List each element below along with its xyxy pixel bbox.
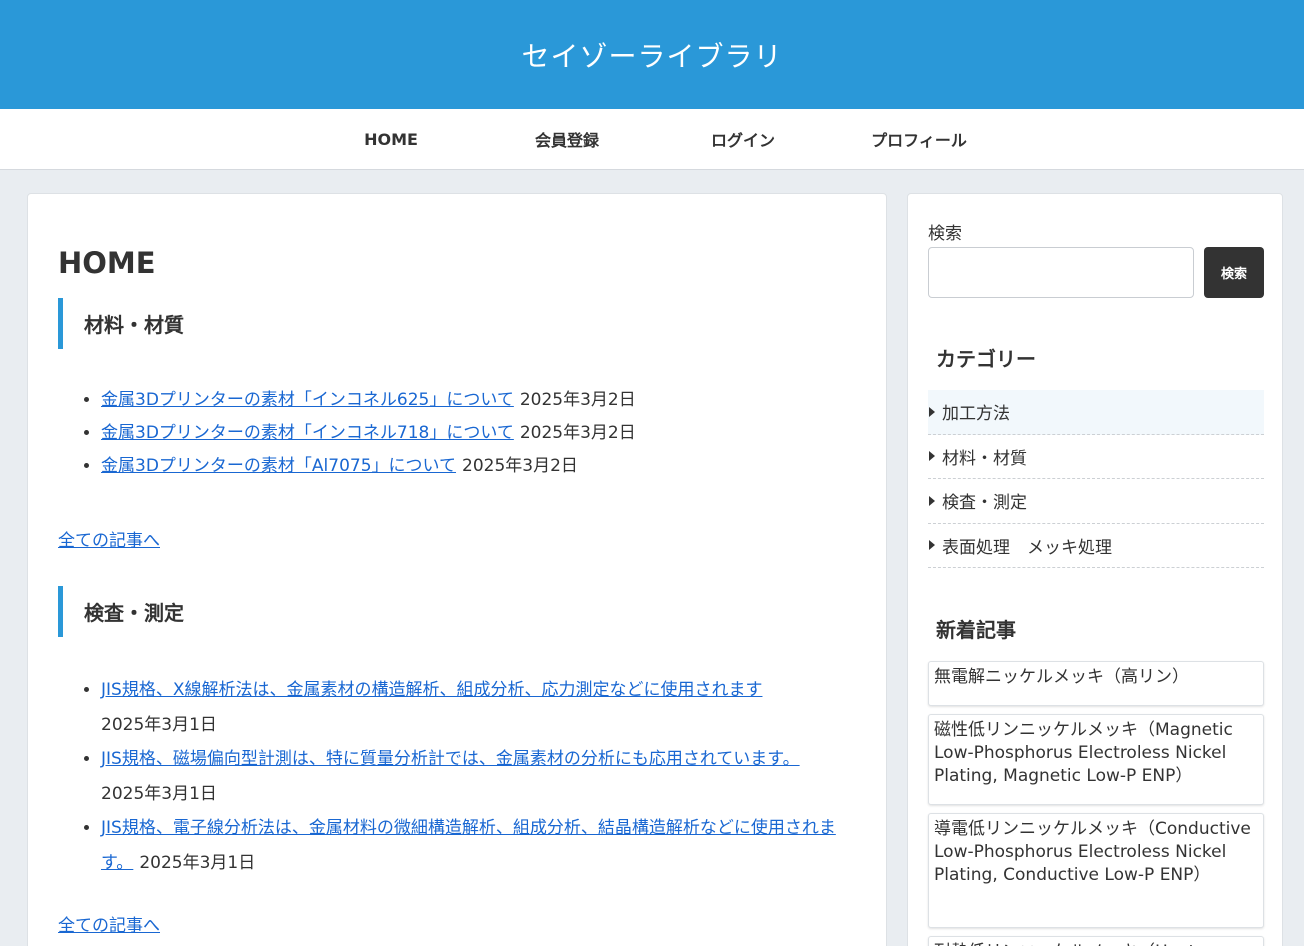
post-link[interactable]: 金属3Dプリンターの素材「Al7075」について [101,456,456,476]
caret-right-icon [929,540,935,551]
category-label: 加工方法 [942,404,1010,425]
list-item: JIS規格、X線解析法は、金属素材の構造解析、組成分析、応力測定などに使用されま… [101,673,861,742]
recent-posts-title: 新着記事 [936,618,1016,642]
post-link[interactable]: JIS規格、X線解析法は、金属素材の構造解析、組成分析、応力測定などに使用されま… [101,680,762,700]
category-label: 材料・材質 [942,448,1027,469]
caret-right-icon [929,451,935,462]
category-label: 表面処理 メッキ処理 [942,537,1112,558]
nav-item-profile[interactable]: プロフィール [831,109,1007,169]
section-heading-materials: 材料・材質 [58,298,858,349]
category-item-processing[interactable]: 加工方法 [928,390,1264,435]
post-link[interactable]: 金属3Dプリンターの素材「インコネル625」について [101,390,514,410]
category-list: 加工方法 材料・材質 検査・測定 表面処理 メッキ処理 [928,390,1264,568]
category-label: 検査・測定 [942,493,1027,514]
post-list-inspection: JIS規格、X線解析法は、金属素材の構造解析、組成分析、応力測定などに使用されま… [71,673,861,880]
post-date: 2025年3月1日 [101,714,217,735]
post-date: 2025年3月2日 [519,390,636,410]
all-posts-link-inspection[interactable]: 全ての記事へ [58,911,160,936]
list-item: 金属3Dプリンターの素材「インコネル625」について2025年3月2日 [101,384,861,417]
search-label: 検索 [928,224,962,244]
main-nav: HOME 会員登録 ログイン プロフィール [0,109,1304,170]
nav-item-login[interactable]: ログイン [655,109,831,169]
recent-post-card[interactable]: 耐熱低リンニッケルメッキ（Heat- [928,936,1264,946]
category-item-inspection[interactable]: 検査・測定 [928,479,1264,524]
recent-post-card[interactable]: 磁性低リンニッケルメッキ（Magnetic Low-Phosphorus Ele… [928,714,1264,805]
post-date: 2025年3月2日 [462,456,578,476]
category-item-materials[interactable]: 材料・材質 [928,435,1264,479]
site-title[interactable]: セイゾーライブラリ [521,35,782,75]
search-input[interactable] [928,247,1194,298]
category-item-surface-treatment[interactable]: 表面処理 メッキ処理 [928,524,1264,568]
post-date: 2025年3月1日 [139,852,256,873]
caret-right-icon [929,406,935,417]
post-link[interactable]: JIS規格、磁場偏向型計測は、特に質量分析計では、金属素材の分析にも応用されてい… [101,749,800,769]
all-posts-link-materials[interactable]: 全ての記事へ [58,526,160,551]
section-heading-inspection: 検査・測定 [58,586,858,637]
recent-post-card[interactable]: 無電解ニッケルメッキ（高リン） [928,661,1264,706]
list-item: 金属3Dプリンターの素材「インコネル718」について2025年3月2日 [101,417,861,450]
site-header: セイゾーライブラリ [0,0,1304,109]
nav-item-register[interactable]: 会員登録 [479,109,655,169]
post-list-materials: 金属3Dプリンターの素材「インコネル625」について2025年3月2日 金属3D… [71,384,861,483]
post-date: 2025年3月2日 [519,423,636,443]
categories-title: カテゴリー [936,347,1036,371]
list-item: 金属3Dプリンターの素材「Al7075」について 2025年3月2日 [101,450,861,483]
sidebar: 検索 検索 カテゴリー 加工方法 材料・材質 検査・測定 表面処理 メッキ処理 … [907,193,1283,946]
main-content: HOME 材料・材質 金属3Dプリンターの素材「インコネル625」について202… [27,193,887,946]
post-link[interactable]: 金属3Dプリンターの素材「インコネル718」について [101,423,514,443]
recent-post-card[interactable]: 導電低リンニッケルメッキ（Conductive Low-Phosphorus E… [928,813,1264,928]
post-date: 2025年3月1日 [101,783,217,804]
list-item: JIS規格、磁場偏向型計測は、特に質量分析計では、金属素材の分析にも応用されてい… [101,742,861,811]
caret-right-icon [929,495,935,506]
search-button[interactable]: 検索 [1204,247,1264,298]
nav-item-home[interactable]: HOME [303,109,479,169]
list-item: JIS規格、電子線分析法は、金属材料の微細構造解析、組成分析、結晶構造解析などに… [101,811,861,880]
page-title: HOME [58,246,156,280]
